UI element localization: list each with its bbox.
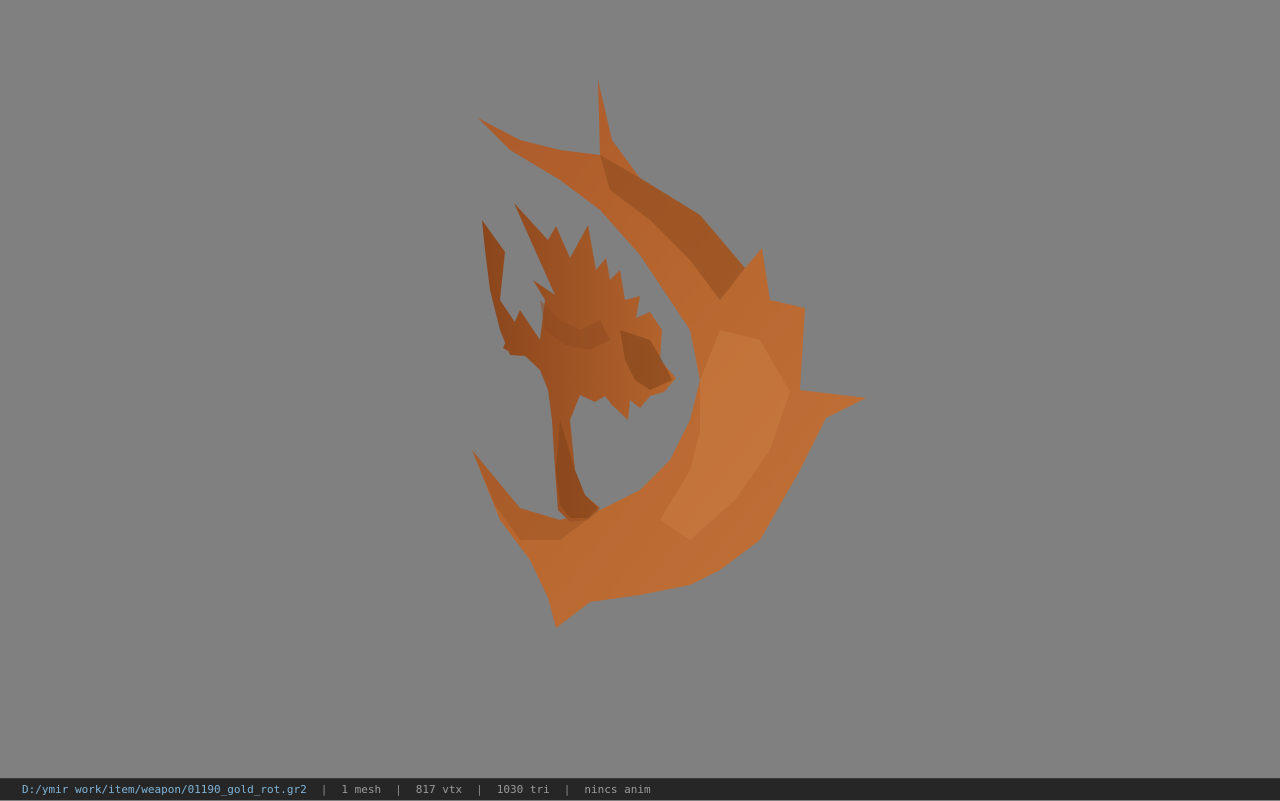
separator: | [476,783,483,796]
file-path: D:/ymir work/item/weapon/01190_gold_rot.… [22,783,307,796]
status-bar: D:/ymir work/item/weapon/01190_gold_rot.… [0,778,1280,800]
vertex-count: 817 vtx [415,783,463,796]
weapon-model [444,80,866,628]
mesh-count: 1 mesh [341,783,382,796]
separator: | [320,783,328,796]
separator: | [395,783,402,796]
dragon-leg-shade [556,420,598,518]
triangle-count: 1030 tri [496,783,550,796]
separator: | [563,783,571,796]
3d-viewport[interactable] [0,0,1280,778]
animation-status: nincs anim [584,783,651,796]
